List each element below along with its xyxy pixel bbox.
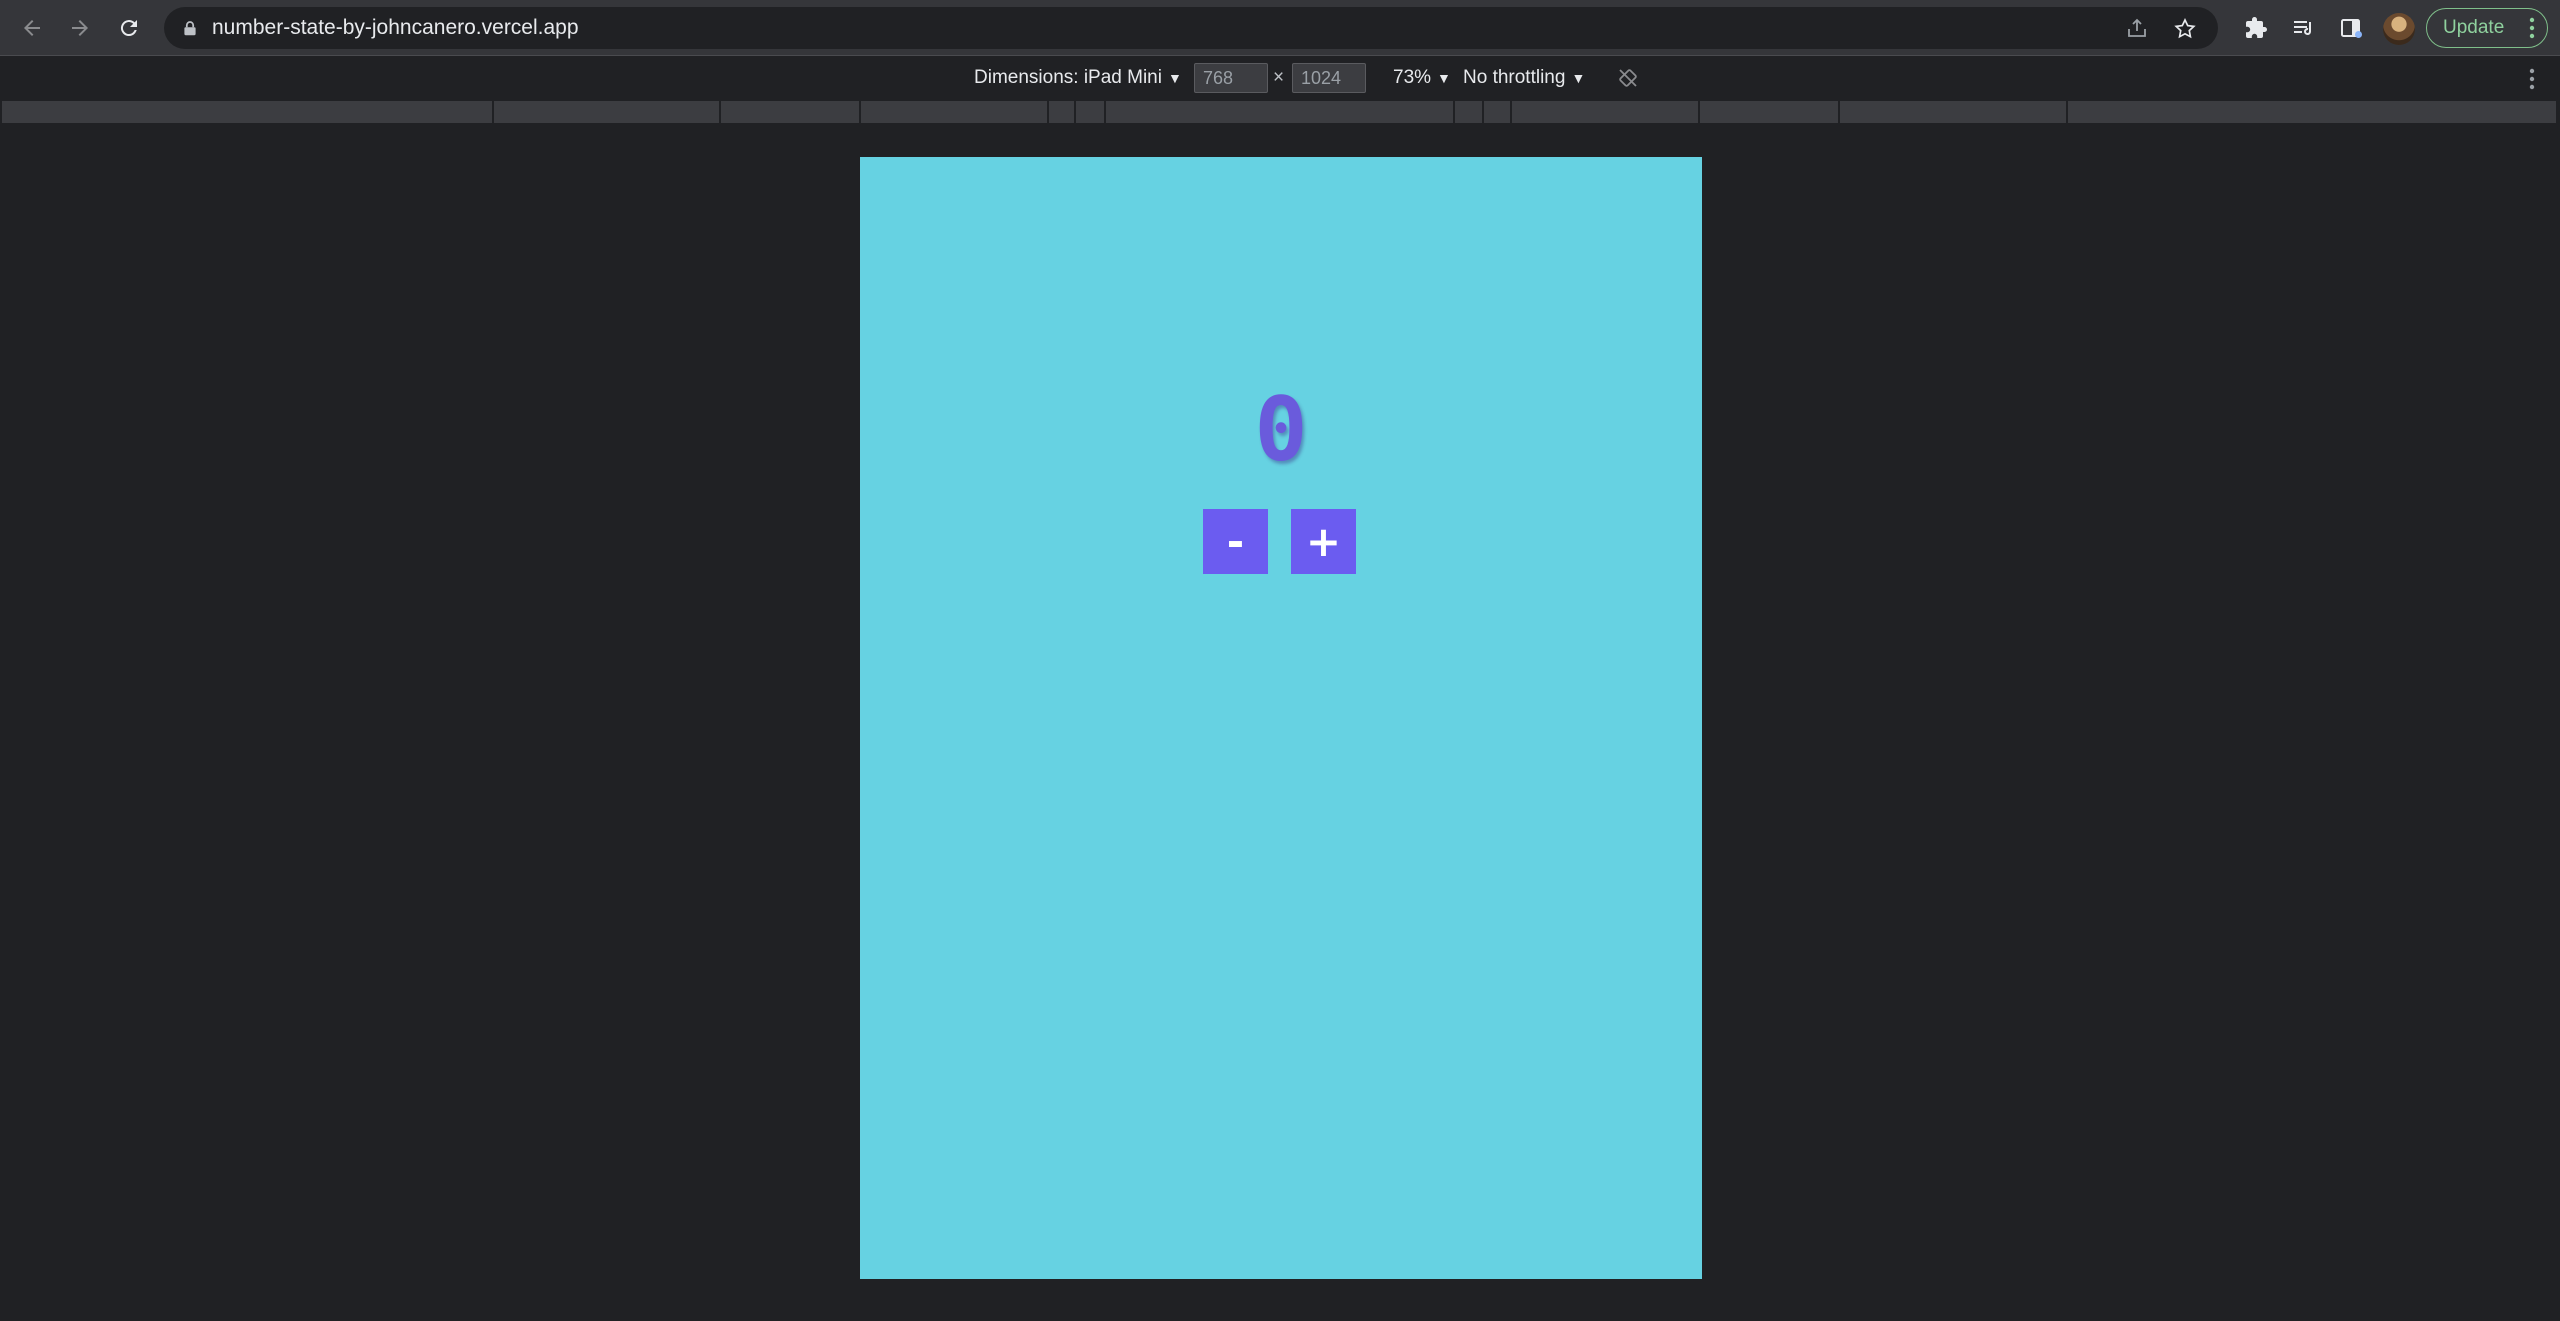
throttling-select[interactable]: No throttling ▼ xyxy=(1463,57,1585,99)
media-query-segment[interactable] xyxy=(1455,101,1484,123)
share-icon[interactable] xyxy=(2124,16,2150,42)
media-query-segment[interactable] xyxy=(1512,101,1700,123)
more-vert-icon[interactable] xyxy=(2528,67,2536,91)
increment-button[interactable]: + xyxy=(1291,509,1356,574)
address-bar[interactable]: number-state-by-johncanero.vercel.app xyxy=(164,7,2218,49)
profile-avatar[interactable] xyxy=(2383,13,2415,45)
dropdown-triangle-icon: ▼ xyxy=(1571,70,1586,86)
dimension-times-sign: × xyxy=(1273,67,1285,88)
counter-value: 0 xyxy=(1254,378,1308,481)
reload-icon xyxy=(120,20,137,37)
device-viewport: 0 - + xyxy=(860,157,1702,1279)
arrow-left-icon xyxy=(24,20,40,36)
url-text[interactable]: number-state-by-johncanero.vercel.app xyxy=(212,7,579,49)
reading-list-icon[interactable] xyxy=(2288,13,2318,43)
media-query-segment[interactable] xyxy=(2068,101,2558,123)
dropdown-triangle-icon: ▼ xyxy=(1437,70,1451,86)
media-query-segment[interactable] xyxy=(1106,101,1455,123)
media-query-segment[interactable] xyxy=(861,101,1049,123)
reload-button[interactable] xyxy=(110,9,148,47)
back-button[interactable] xyxy=(13,9,51,47)
media-query-segment[interactable] xyxy=(1840,101,2068,123)
arrow-right-icon xyxy=(72,20,88,36)
bookmark-star-icon[interactable] xyxy=(2172,16,2198,42)
device-width-input[interactable]: 768 xyxy=(1194,63,1268,93)
media-query-segment[interactable] xyxy=(1700,101,1840,123)
update-button[interactable]: Update xyxy=(2426,8,2548,48)
media-query-bar xyxy=(0,99,2560,125)
media-query-segment[interactable] xyxy=(494,101,721,123)
side-panel-icon[interactable] xyxy=(2336,13,2366,43)
device-dimensions-select[interactable]: Dimensions: iPad Mini ▼ xyxy=(974,57,1182,99)
browser-toolbar: number-state-by-johncanero.vercel.app Up… xyxy=(0,0,2560,56)
zoom-select[interactable]: 73% ▼ xyxy=(1393,57,1451,99)
zoom-label: 73% xyxy=(1393,67,1432,88)
media-query-segment[interactable] xyxy=(1076,101,1106,123)
media-query-segment[interactable] xyxy=(2,101,494,123)
decrement-button[interactable]: - xyxy=(1203,509,1268,574)
media-query-segment[interactable] xyxy=(721,101,861,123)
media-query-segment[interactable] xyxy=(1049,101,1076,123)
forward-button[interactable] xyxy=(61,9,99,47)
rotate-icon[interactable] xyxy=(1616,66,1640,90)
throttling-label: No throttling xyxy=(1463,67,1566,88)
device-toolbar: Dimensions: iPad Mini ▼ 768 × 1024 73% ▼ N… xyxy=(0,57,2560,99)
update-label: Update xyxy=(2443,17,2505,38)
device-dimensions-label: Dimensions: iPad Mini xyxy=(974,67,1162,88)
dropdown-triangle-icon: ▼ xyxy=(1167,70,1182,86)
media-query-segment[interactable] xyxy=(1484,101,1512,123)
extensions-puzzle-icon[interactable] xyxy=(2241,13,2271,43)
more-vert-icon xyxy=(2529,17,2535,39)
device-height-input[interactable]: 1024 xyxy=(1292,63,1366,93)
lock-icon[interactable] xyxy=(180,18,200,38)
